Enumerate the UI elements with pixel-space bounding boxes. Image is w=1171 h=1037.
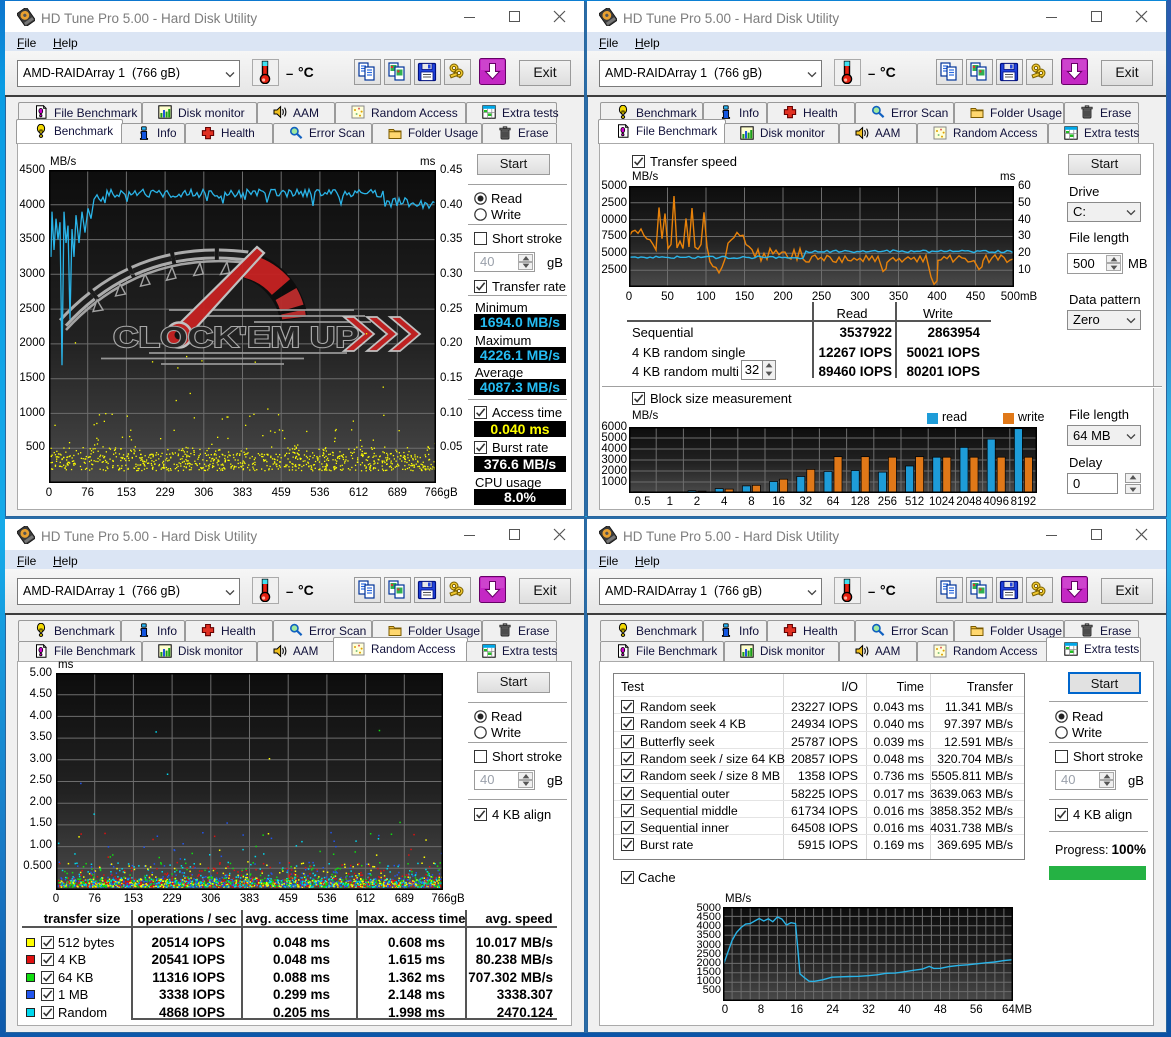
svg-text:CLOCK'EM UP: CLOCK'EM UP [113, 322, 359, 354]
